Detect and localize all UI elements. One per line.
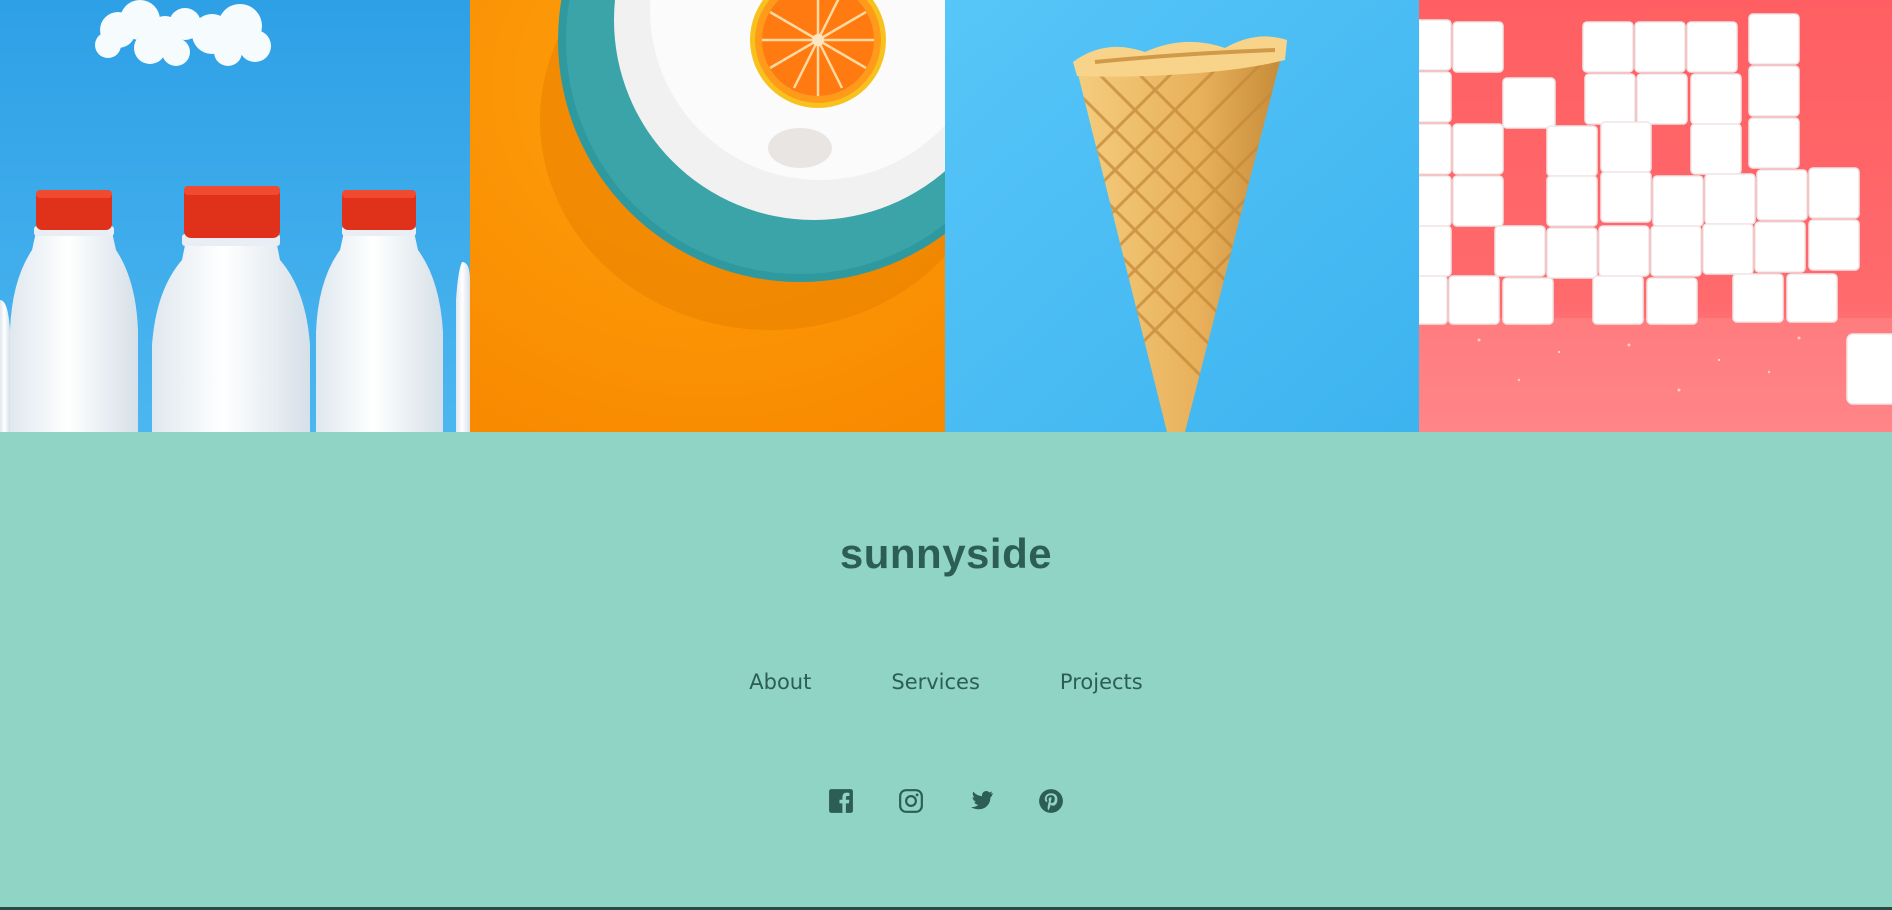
pinterest-icon[interactable]: [1038, 788, 1064, 814]
twitter-icon[interactable]: [968, 788, 994, 814]
gallery-image-milk-bottles: [0, 0, 470, 432]
gallery-image-orange: [470, 0, 945, 432]
social-links: [0, 788, 1892, 814]
footer-link-projects[interactable]: Projects: [1060, 670, 1143, 694]
gallery-image-sugar-cubes: [1419, 0, 1892, 432]
image-gallery: [0, 0, 1892, 432]
footer-logo[interactable]: sunnyside: [0, 530, 1892, 578]
instagram-icon[interactable]: [898, 788, 924, 814]
site-footer: sunnyside About Services Projects: [0, 432, 1892, 910]
footer-link-about[interactable]: About: [749, 670, 811, 694]
footer-link-services[interactable]: Services: [891, 670, 980, 694]
gallery-image-cone: [945, 0, 1419, 432]
footer-nav: About Services Projects: [0, 670, 1892, 694]
facebook-icon[interactable]: [828, 788, 854, 814]
